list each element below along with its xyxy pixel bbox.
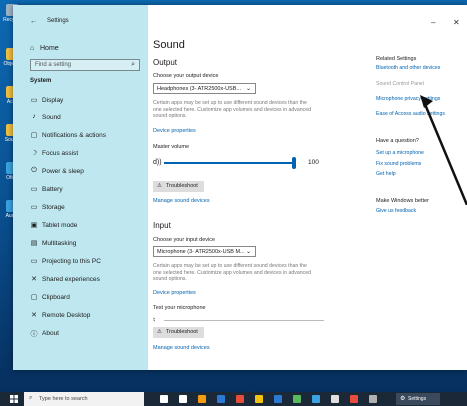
input-device-label: Choose your input device (153, 237, 216, 243)
speaker-icon[interactable]: d)) (153, 159, 162, 166)
question-heading: Have a question? (376, 138, 419, 144)
input-device-select[interactable]: Microphone (3- ATR2500x-USB M... ⌄ (153, 246, 256, 257)
taskbar-app-icon[interactable] (331, 395, 339, 403)
shared-icon: ✕ (31, 276, 37, 283)
sound-icon: ♪ (32, 113, 36, 120)
sidebar-item-battery[interactable]: ▭ Battery (25, 183, 143, 197)
get-help-link[interactable]: Get help (376, 171, 396, 177)
chevron-down-icon: ⌄ (245, 249, 251, 255)
gear-icon: ⚙ (400, 396, 406, 402)
microphone-level-bar (164, 320, 324, 321)
chevron-down-icon: ⌄ (245, 86, 251, 92)
home-icon: ⌂ (30, 45, 35, 52)
windows-start-icon[interactable] (10, 395, 18, 403)
master-volume-label: Master volume (153, 144, 190, 150)
sidebar-item-clipboard[interactable]: ▢ Clipboard (25, 291, 143, 305)
sidebar-item-shared-experiences[interactable]: ✕ Shared experiences (25, 273, 143, 287)
input-heading: Input (153, 221, 171, 230)
settings-window: ← Settings ⌂ Home Find a setting ⌕ System … (13, 5, 467, 370)
warning-icon: ⚠ (157, 329, 162, 335)
battery-icon: ▭ (30, 186, 38, 193)
taskbar-app-icon[interactable] (350, 395, 358, 403)
related-settings-heading: Related Settings (376, 56, 417, 62)
search-icon: ⌕ (29, 395, 33, 401)
annotation-arrow (420, 95, 467, 205)
bluetooth-link[interactable]: Bluetooth and other devices (376, 65, 440, 71)
sidebar-item-storage[interactable]: ▭ Storage (25, 201, 143, 215)
sidebar-item-tablet-mode[interactable]: ▣ Tablet mode (25, 219, 143, 233)
taskbar-app-icon[interactable] (255, 395, 263, 403)
taskbar-app-icon[interactable] (198, 395, 206, 403)
sidebar-item-projecting[interactable]: ▭ Projecting to this PC (25, 255, 143, 269)
taskbar-app-icon[interactable] (369, 395, 377, 403)
feedback-link[interactable]: Give us feedback (376, 208, 416, 214)
input-description: Certain apps may be set up to use differ… (153, 263, 312, 282)
sidebar-item-sound[interactable]: ♪ Sound (25, 111, 143, 125)
warning-icon: ⚠ (157, 183, 162, 189)
search-input[interactable]: Find a setting ⌕ (30, 59, 140, 71)
display-icon: ▭ (30, 97, 38, 104)
sidebar-item-multitasking[interactable]: ▤ Multitasking (25, 237, 143, 251)
output-description: Certain apps may be set up to use differ… (153, 100, 312, 119)
output-device-select[interactable]: Headphones (3- ATR2500x-USB... ⌄ (153, 83, 256, 94)
remote-icon: ✕ (31, 312, 37, 319)
taskbar-search-input[interactable]: ⌕ Type here to search (24, 392, 144, 406)
input-device-properties-link[interactable]: Device properties (153, 290, 196, 296)
taskbar-app-icon[interactable] (179, 395, 187, 403)
output-device-properties-link[interactable]: Device properties (153, 128, 196, 134)
home-link[interactable]: ⌂ Home (30, 45, 59, 52)
taskbar-settings-app[interactable]: ⚙ Settings (396, 393, 440, 405)
sidebar-item-power[interactable]: ⏻ Power & sleep (25, 165, 143, 179)
sound-control-panel-link[interactable]: Sound Control Panel (376, 81, 424, 87)
volume-slider[interactable] (164, 162, 294, 164)
sidebar-item-about[interactable]: ⓘ About (25, 327, 143, 341)
sidebar-item-notifications[interactable]: ▢ Notifications & actions (25, 129, 143, 143)
storage-icon: ▭ (30, 204, 38, 211)
fix-sound-link[interactable]: Fix sound problems (376, 161, 421, 167)
setup-microphone-link[interactable]: Set up a microphone (376, 150, 424, 156)
moon-icon: ☽ (30, 150, 38, 157)
sidebar: ← Settings ⌂ Home Find a setting ⌕ System … (13, 5, 148, 370)
back-button[interactable]: ← (30, 18, 37, 25)
test-microphone-label: Test your microphone (153, 305, 206, 311)
sidebar-item-display[interactable]: ▭ Display (25, 94, 143, 108)
taskbar-app-icon[interactable] (160, 395, 168, 403)
arrow-shaft (420, 96, 467, 205)
taskbar-app-icon[interactable] (274, 395, 282, 403)
tablet-icon: ▣ (30, 222, 38, 229)
main-pane: Sound Output Choose your output device H… (153, 5, 348, 370)
multitasking-icon: ▤ (30, 240, 38, 247)
sidebar-item-focus-assist[interactable]: ☽ Focus assist (25, 147, 143, 161)
power-icon: ⏻ (31, 167, 37, 174)
output-heading: Output (153, 58, 178, 67)
search-icon: ⌕ (131, 61, 135, 68)
clipboard-icon: ▢ (30, 294, 38, 301)
taskbar: ⌕ Type here to search ⚙ Settings (0, 392, 467, 406)
taskbar-app-icon[interactable] (217, 395, 225, 403)
taskbar-app-icon[interactable] (236, 395, 244, 403)
taskbar-app-icon[interactable] (293, 395, 301, 403)
window-title: Settings (47, 18, 69, 24)
output-device-label: Choose your output device (153, 73, 219, 79)
microphone-icon: ♮ (153, 317, 156, 324)
taskbar-app-icon[interactable] (312, 395, 320, 403)
page-title: Sound (153, 39, 185, 51)
output-troubleshoot-button[interactable]: ⚠ Troubleshoot (153, 181, 204, 192)
arrow-head (420, 95, 433, 108)
info-icon: ⓘ (30, 331, 38, 338)
input-manage-devices-link[interactable]: Manage sound devices (153, 345, 210, 351)
section-heading: System (30, 78, 52, 84)
notifications-icon: ▢ (30, 132, 38, 139)
output-manage-devices-link[interactable]: Manage sound devices (153, 198, 210, 204)
input-troubleshoot-button[interactable]: ⚠ Troubleshoot (153, 327, 204, 338)
volume-value: 100 (308, 159, 319, 166)
volume-slider-thumb[interactable] (292, 157, 296, 169)
projector-icon: ▭ (30, 258, 38, 265)
sidebar-item-remote-desktop[interactable]: ✕ Remote Desktop (25, 309, 143, 323)
